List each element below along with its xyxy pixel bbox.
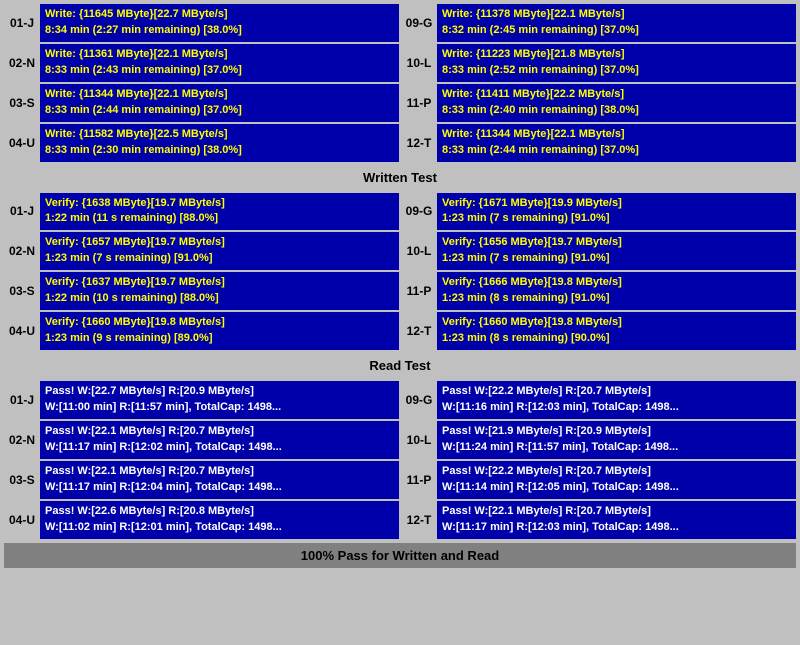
id-09g-read: 09-G <box>401 381 437 419</box>
main-container: 01-J Write: {11645 MByte}[22.7 MByte/s] … <box>0 0 800 572</box>
id-10l-read: 10-L <box>401 421 437 459</box>
content-11p-write: Write: {11411 MByte}[22.2 MByte/s] 8:33 … <box>437 84 796 122</box>
content-09g-write: Write: {11378 MByte}[22.1 MByte/s] 8:32 … <box>437 4 796 42</box>
content-10l-verify: Verify: {1656 MByte}[19.7 MByte/s] 1:23 … <box>437 232 796 270</box>
read-left-04u: 04-U Pass! W:[22.6 MByte/s] R:[20.8 MByt… <box>4 501 399 539</box>
id-12t-read: 12-T <box>401 501 437 539</box>
verify-grid: 01-J Verify: {1638 MByte}[19.7 MByte/s] … <box>4 193 796 351</box>
verify-left-04u: 04-U Verify: {1660 MByte}[19.8 MByte/s] … <box>4 312 399 350</box>
verify-right-11p: 11-P Verify: {1666 MByte}[19.8 MByte/s] … <box>401 272 796 310</box>
read-left-03s: 03-S Pass! W:[22.1 MByte/s] R:[20.7 MByt… <box>4 461 399 499</box>
verify-right-09g: 09-G Verify: {1671 MByte}[19.9 MByte/s] … <box>401 193 796 231</box>
write-left-03s: 03-S Write: {11344 MByte}[22.1 MByte/s] … <box>4 84 399 122</box>
write-left-col: 01-J Write: {11645 MByte}[22.7 MByte/s] … <box>4 4 399 162</box>
verify-right-col: 09-G Verify: {1671 MByte}[19.9 MByte/s] … <box>401 193 796 351</box>
write-right-col: 09-G Write: {11378 MByte}[22.1 MByte/s] … <box>401 4 796 162</box>
content-01j-write: Write: {11645 MByte}[22.7 MByte/s] 8:34 … <box>40 4 399 42</box>
write-section: 01-J Write: {11645 MByte}[22.7 MByte/s] … <box>4 4 796 162</box>
verify-right-10l: 10-L Verify: {1656 MByte}[19.7 MByte/s] … <box>401 232 796 270</box>
id-11p-write: 11-P <box>401 84 437 122</box>
id-10l-write: 10-L <box>401 44 437 82</box>
content-04u-verify: Verify: {1660 MByte}[19.8 MByte/s] 1:23 … <box>40 312 399 350</box>
read-left-01j: 01-J Pass! W:[22.7 MByte/s] R:[20.9 MByt… <box>4 381 399 419</box>
content-12t-write: Write: {11344 MByte}[22.1 MByte/s] 8:33 … <box>437 124 796 162</box>
id-09g-verify: 09-G <box>401 193 437 231</box>
written-test-header: Written Test <box>4 166 796 189</box>
id-01j-read: 01-J <box>4 381 40 419</box>
verify-left-01j: 01-J Verify: {1638 MByte}[19.7 MByte/s] … <box>4 193 399 231</box>
content-12t-read: Pass! W:[22.1 MByte/s] R:[20.7 MByte/s] … <box>437 501 796 539</box>
content-02n-verify: Verify: {1657 MByte}[19.7 MByte/s] 1:23 … <box>40 232 399 270</box>
write-right-09g: 09-G Write: {11378 MByte}[22.1 MByte/s] … <box>401 4 796 42</box>
content-11p-verify: Verify: {1666 MByte}[19.8 MByte/s] 1:23 … <box>437 272 796 310</box>
id-04u-read: 04-U <box>4 501 40 539</box>
read-section: 01-J Pass! W:[22.7 MByte/s] R:[20.9 MByt… <box>4 381 796 539</box>
id-04u-verify: 04-U <box>4 312 40 350</box>
verify-right-12t: 12-T Verify: {1660 MByte}[19.8 MByte/s] … <box>401 312 796 350</box>
footer-status: 100% Pass for Written and Read <box>4 543 796 568</box>
id-03s-read: 03-S <box>4 461 40 499</box>
id-12t-verify: 12-T <box>401 312 437 350</box>
write-right-10l: 10-L Write: {11223 MByte}[21.8 MByte/s] … <box>401 44 796 82</box>
read-left-col: 01-J Pass! W:[22.7 MByte/s] R:[20.9 MByt… <box>4 381 399 539</box>
content-10l-read: Pass! W:[21.9 MByte/s] R:[20.9 MByte/s] … <box>437 421 796 459</box>
verify-left-col: 01-J Verify: {1638 MByte}[19.7 MByte/s] … <box>4 193 399 351</box>
content-09g-verify: Verify: {1671 MByte}[19.9 MByte/s] 1:23 … <box>437 193 796 231</box>
content-02n-write: Write: {11361 MByte}[22.1 MByte/s] 8:33 … <box>40 44 399 82</box>
read-right-12t: 12-T Pass! W:[22.1 MByte/s] R:[20.7 MByt… <box>401 501 796 539</box>
verify-left-03s: 03-S Verify: {1637 MByte}[19.7 MByte/s] … <box>4 272 399 310</box>
id-10l-verify: 10-L <box>401 232 437 270</box>
id-01j-verify: 01-J <box>4 193 40 231</box>
id-02n-verify: 02-N <box>4 232 40 270</box>
write-right-11p: 11-P Write: {11411 MByte}[22.2 MByte/s] … <box>401 84 796 122</box>
content-03s-verify: Verify: {1637 MByte}[19.7 MByte/s] 1:22 … <box>40 272 399 310</box>
read-right-10l: 10-L Pass! W:[21.9 MByte/s] R:[20.9 MByt… <box>401 421 796 459</box>
content-04u-write: Write: {11582 MByte}[22.5 MByte/s] 8:33 … <box>40 124 399 162</box>
content-09g-read: Pass! W:[22.2 MByte/s] R:[20.7 MByte/s] … <box>437 381 796 419</box>
write-right-12t: 12-T Write: {11344 MByte}[22.1 MByte/s] … <box>401 124 796 162</box>
content-01j-read: Pass! W:[22.7 MByte/s] R:[20.9 MByte/s] … <box>40 381 399 419</box>
content-02n-read: Pass! W:[22.1 MByte/s] R:[20.7 MByte/s] … <box>40 421 399 459</box>
id-02n-read: 02-N <box>4 421 40 459</box>
content-12t-verify: Verify: {1660 MByte}[19.8 MByte/s] 1:23 … <box>437 312 796 350</box>
content-01j-verify: Verify: {1638 MByte}[19.7 MByte/s] 1:22 … <box>40 193 399 231</box>
content-03s-write: Write: {11344 MByte}[22.1 MByte/s] 8:33 … <box>40 84 399 122</box>
read-test-header: Read Test <box>4 354 796 377</box>
content-03s-read: Pass! W:[22.1 MByte/s] R:[20.7 MByte/s] … <box>40 461 399 499</box>
read-left-02n: 02-N Pass! W:[22.1 MByte/s] R:[20.7 MByt… <box>4 421 399 459</box>
read-grid: 01-J Pass! W:[22.7 MByte/s] R:[20.9 MByt… <box>4 381 796 539</box>
verify-left-02n: 02-N Verify: {1657 MByte}[19.7 MByte/s] … <box>4 232 399 270</box>
id-09g-write: 09-G <box>401 4 437 42</box>
id-11p-verify: 11-P <box>401 272 437 310</box>
write-left-02n: 02-N Write: {11361 MByte}[22.1 MByte/s] … <box>4 44 399 82</box>
id-12t-write: 12-T <box>401 124 437 162</box>
content-10l-write: Write: {11223 MByte}[21.8 MByte/s] 8:33 … <box>437 44 796 82</box>
verify-section: 01-J Verify: {1638 MByte}[19.7 MByte/s] … <box>4 193 796 351</box>
id-02n-write: 02-N <box>4 44 40 82</box>
write-grid: 01-J Write: {11645 MByte}[22.7 MByte/s] … <box>4 4 796 162</box>
id-03s-write: 03-S <box>4 84 40 122</box>
write-left-04u: 04-U Write: {11582 MByte}[22.5 MByte/s] … <box>4 124 399 162</box>
read-right-11p: 11-P Pass! W:[22.2 MByte/s] R:[20.7 MByt… <box>401 461 796 499</box>
id-01j-write: 01-J <box>4 4 40 42</box>
content-04u-read: Pass! W:[22.6 MByte/s] R:[20.8 MByte/s] … <box>40 501 399 539</box>
id-04u-write: 04-U <box>4 124 40 162</box>
id-03s-verify: 03-S <box>4 272 40 310</box>
read-right-09g: 09-G Pass! W:[22.2 MByte/s] R:[20.7 MByt… <box>401 381 796 419</box>
id-11p-read: 11-P <box>401 461 437 499</box>
write-left-01j: 01-J Write: {11645 MByte}[22.7 MByte/s] … <box>4 4 399 42</box>
content-11p-read: Pass! W:[22.2 MByte/s] R:[20.7 MByte/s] … <box>437 461 796 499</box>
read-right-col: 09-G Pass! W:[22.2 MByte/s] R:[20.7 MByt… <box>401 381 796 539</box>
